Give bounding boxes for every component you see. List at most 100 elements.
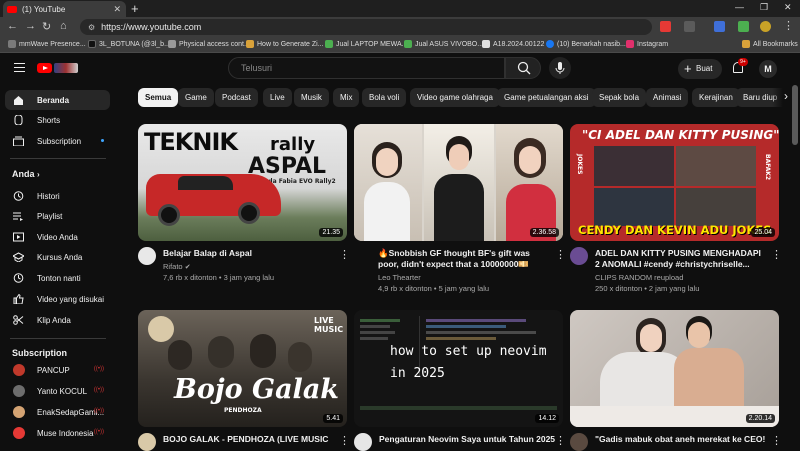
thumbnail-text: LIVE MUSIC [314,316,344,334]
video-title[interactable]: "Gadis mabuk obat aneh merekat ke CEO! [595,434,773,445]
video-thumbnail[interactable]: 2.20.14 [570,310,779,427]
chip-live[interactable]: Live [263,88,292,107]
sidebar-item-home[interactable]: Beranda [5,90,110,110]
thumbnail-video-frame [676,188,756,226]
labs-flask-icon[interactable] [738,21,749,32]
bookmark-item[interactable]: A18.2024.00122 [482,40,544,48]
video-thumbnail[interactable]: TEKNIK rally ASPAL Skoda Fabia EVO Rally… [138,124,347,241]
bookmark-item[interactable]: 3L_BOTUNA (@3l_b... [88,40,170,48]
browser-menu-icon[interactable]: ⋮ [783,19,794,32]
bookmark-item[interactable]: Jual ASUS VIVOBO... [404,40,483,48]
close-tab-icon[interactable]: ✕ [113,4,121,15]
more-actions-icon[interactable] [555,434,566,447]
bookmark-item[interactable]: How to Generate Zi... [246,40,324,48]
more-actions-icon[interactable] [771,434,782,447]
chip-soccer[interactable]: Sepak bola [592,88,647,107]
more-actions-icon[interactable] [555,248,566,261]
search-button[interactable] [505,57,541,79]
bookmark-item[interactable]: Physical access cont... [168,40,250,48]
person-face [376,148,398,176]
channel-avatar[interactable] [138,247,156,265]
chip-podcast[interactable]: Podcast [215,88,258,107]
channel-avatar[interactable] [138,433,156,451]
sidebar-item-history[interactable]: Histori [5,186,110,206]
subscription-channel-pancup[interactable]: PANCUP ((•)) [5,360,110,380]
channel-avatar[interactable] [570,247,588,265]
extension-red-icon[interactable] [660,21,671,32]
video-thumbnail[interactable]: 2.36.58 [354,124,563,241]
video-thumbnail[interactable]: LIVE MUSIC Bojo Galak PENDHOZA 5.41 [138,310,347,427]
bookmark-label: Jual ASUS VIVOBO... [415,40,484,48]
close-window-icon[interactable]: ✕ [784,2,792,13]
you-section-heading[interactable]: Anda › [12,169,40,179]
profile-avatar-icon[interactable] [760,21,771,32]
new-tab-button[interactable]: + [131,1,139,16]
video-title[interactable]: Pengaturan Neovim Saya untuk Tahun 2025 [379,434,557,445]
url-field[interactable]: ⚙ https://www.youtube.com [80,19,652,35]
extensions-puzzle-icon[interactable] [714,21,725,32]
video-title[interactable]: BOJO GALAK - PENDHOZA (LIVE MUSIC [163,434,341,445]
channel-avatar[interactable] [354,433,372,451]
reload-icon[interactable]: ↻ [42,20,51,33]
search-input[interactable]: Telusuri [228,57,505,79]
back-icon[interactable]: ← [7,20,18,32]
video-title[interactable]: ADEL DAN KITTY PUSING MENGHADAPI 2 ANOMA… [595,248,767,270]
video-thumbnail[interactable]: how to set up neovim in 2025 14.12 [354,310,563,427]
site-info-icon[interactable]: ⚙ [88,23,95,32]
minimize-icon[interactable]: — [735,2,744,12]
bookmark-favicon-icon [168,40,176,48]
chip-action-adventure-games[interactable]: Game petualangan aksi [497,88,596,107]
more-actions-icon[interactable] [339,248,350,261]
account-avatar[interactable]: M [759,60,777,78]
chip-music[interactable]: Musik [294,88,329,107]
bookmark-item[interactable]: (10) Benarkah nasib... [546,40,626,48]
voice-search-button[interactable] [549,57,571,79]
page-scrollbar[interactable] [792,85,798,145]
more-actions-icon[interactable] [771,248,782,261]
channel-avatar[interactable] [570,433,588,451]
chip-game[interactable]: Game [178,88,214,107]
maximize-icon[interactable]: ❐ [760,2,768,13]
bookmark-favicon-icon [404,40,412,48]
video-title[interactable]: 🔥Snobbish GF thought BF's gift was poor,… [378,248,548,270]
bookmark-item[interactable]: Jual LAPTOP MEWA... [325,40,407,48]
chip-volleyball[interactable]: Bola voli [362,88,407,107]
sidebar-item-shorts[interactable]: Shorts [5,110,110,130]
folder-icon [742,40,750,48]
video-thumbnail[interactable]: "CI ADEL DAN KITTY PUSING" JOKES BAFAK2 … [570,124,779,241]
bookmark-label: Physical access cont... [179,40,250,48]
all-bookmarks-button[interactable]: All Bookmarks [742,40,798,48]
channel-name[interactable]: CLIPS RANDOM reupload [595,272,683,283]
bookmark-item[interactable]: mmWave Presence... [8,40,86,48]
youtube-doodle-logo[interactable] [54,63,78,73]
sidebar-item-liked-videos[interactable]: Video yang disukai [5,289,110,309]
video-title[interactable]: Belajar Balap di Aspal [163,248,341,259]
subscription-channel-muse-indonesia[interactable]: Muse Indonesia ((•)) [5,423,110,443]
hamburger-menu-icon[interactable] [14,63,25,72]
subscription-channel-yanto-kocul[interactable]: Yanto KOCUL ((•)) [5,381,110,401]
person-face [519,146,541,174]
sidebar-item-watch-later[interactable]: Tonton nanti [5,268,110,288]
chip-sports-video-games[interactable]: Video game olahraga [410,88,500,107]
video-duration: 21.35 [319,228,343,237]
sidebar-item-courses[interactable]: Kursus Anda [5,247,110,267]
create-button[interactable]: Buat [678,59,722,79]
extension-icon[interactable] [684,21,695,32]
chip-crafts[interactable]: Kerajinan [692,88,740,107]
home-icon[interactable]: ⌂ [60,20,67,32]
sidebar-item-clips[interactable]: Klip Anda [5,310,110,330]
browser-tab-youtube[interactable]: (1) YouTube ✕ [3,1,126,17]
sidebar-item-playlist[interactable]: Playlist [5,206,110,226]
channel-name[interactable]: Leo Thearter [378,272,421,283]
chevron-right-icon: › [784,89,788,103]
chip-all[interactable]: Semua [138,88,179,107]
more-actions-icon[interactable] [339,434,350,447]
forward-icon[interactable]: → [25,20,36,32]
bookmark-item[interactable]: Instagram [626,40,668,48]
subscription-channel-enaksedapgami[interactable]: EnakSedapGami... ((•)) [5,402,110,422]
sidebar-item-subscriptions[interactable]: Subscription [5,131,110,151]
sidebar-item-your-videos[interactable]: Video Anda [5,227,110,247]
chip-animation[interactable]: Animasi [646,88,689,107]
youtube-logo-icon[interactable] [37,63,52,73]
chip-mix[interactable]: Mix [333,88,360,107]
